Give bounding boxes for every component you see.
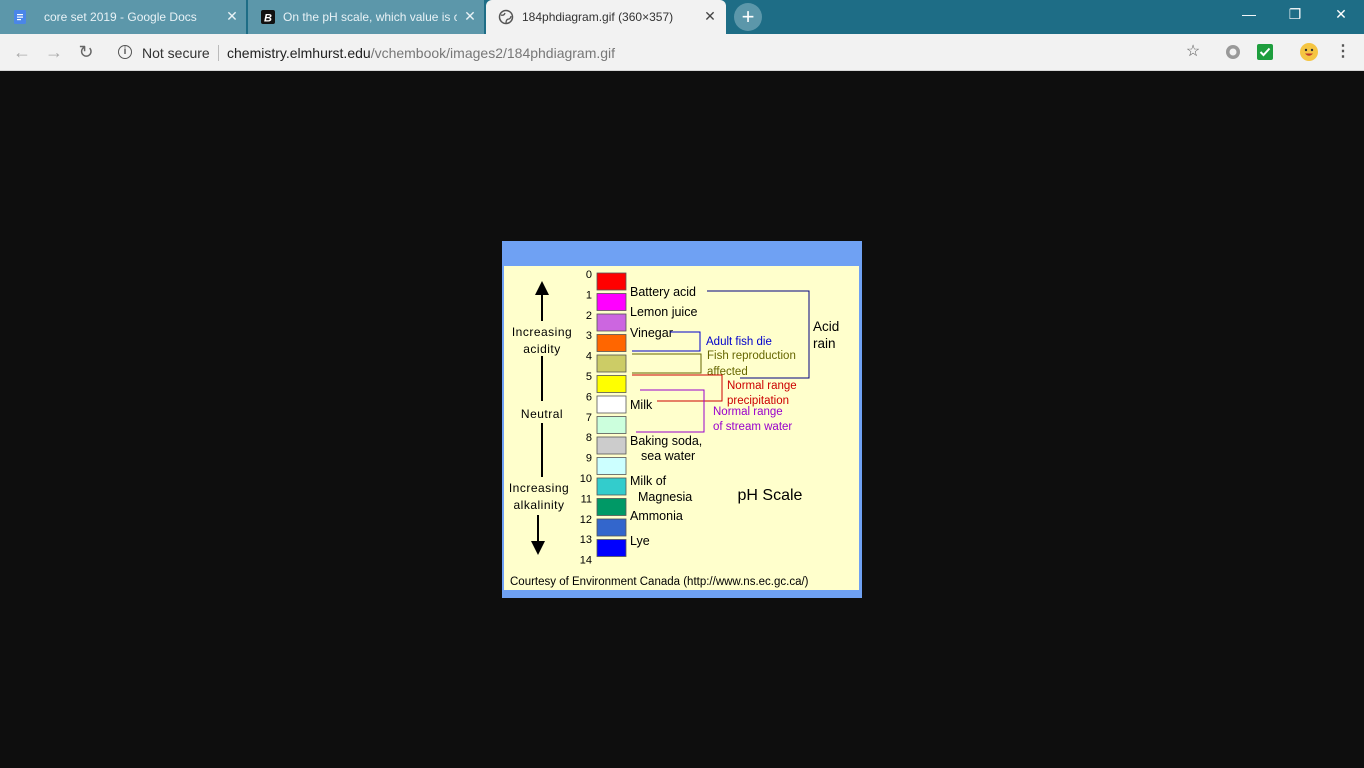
increasing-acidity-label: Increasing [512, 325, 572, 339]
fish-reproduction-label: affected [707, 366, 748, 378]
ph-number: 3 [586, 330, 592, 342]
substance-label: Baking soda, [630, 434, 702, 448]
ph-number: 6 [586, 391, 592, 403]
ph-number: 8 [586, 432, 592, 444]
tab-strip: core set 2019 - Google Docs ✕ B On the p… [0, 0, 1364, 34]
ph-swatch [596, 457, 627, 475]
extension-icon[interactable] [1222, 41, 1244, 63]
substance-label: Lye [630, 534, 650, 548]
ph-number: 12 [580, 514, 592, 526]
google-docs-icon [14, 10, 26, 24]
stream-water-label: of stream water [713, 421, 792, 433]
security-status[interactable]: Not secure [142, 45, 210, 61]
acid-rain-label: rain [813, 336, 836, 351]
ph-swatch [596, 416, 627, 434]
ph-swatch [596, 272, 627, 291]
increasing-alkalinity-label: Increasing [509, 481, 569, 495]
ph-number: 2 [586, 310, 592, 322]
ph-number: 9 [586, 453, 592, 465]
ph-swatch [596, 313, 627, 332]
fish-reproduction-label: Fish reproduction [707, 350, 796, 362]
address-bar[interactable]: i Not secure chemistry.elmhurst.edu/vche… [110, 38, 1210, 67]
ph-scale-image: 0 1 2 3 4 5 6 7 8 9 10 11 12 13 14 Increasing acidity … [502, 241, 862, 598]
tab-title: On the pH scale, which value is c [283, 10, 457, 24]
ph-number: 1 [586, 289, 592, 301]
substance-label: Lemon juice [630, 305, 697, 319]
back-arrow-icon[interactable]: ← [10, 41, 34, 65]
svg-text:B: B [264, 13, 272, 25]
tab-title: 184phdiagram.gif (360×357) [522, 10, 674, 24]
substance-label: Ammonia [630, 509, 683, 523]
menu-icon[interactable]: ⋮ [1332, 41, 1354, 63]
ph-swatch [596, 293, 627, 311]
ph-number: 10 [580, 473, 592, 485]
ph-swatch [596, 375, 627, 393]
ph-swatch [596, 477, 627, 496]
close-tab-icon[interactable]: ✕ [462, 8, 478, 24]
substance-label: sea water [641, 449, 695, 463]
star-bookmark-icon[interactable]: ☆ [1182, 41, 1204, 63]
url-host: chemistry.elmhurst.edu [227, 45, 371, 61]
tab-ph-diagram[interactable]: 184phdiagram.gif (360×357) ✕ [486, 0, 726, 34]
minimize-icon[interactable]: — [1226, 0, 1272, 30]
ph-number: 5 [586, 371, 592, 383]
ph-diagram-svg: 01234567891011121314 Increasing acidity … [504, 266, 859, 590]
fish-die-label: Adult fish die [706, 336, 772, 348]
reload-icon[interactable]: ↻ [74, 41, 98, 65]
profile-avatar-icon[interactable] [1298, 41, 1320, 63]
ph-number: 14 [580, 555, 592, 567]
tab-brainly[interactable]: B On the pH scale, which value is c ✕ [248, 0, 484, 34]
forward-arrow-icon[interactable]: → [42, 41, 66, 65]
divider [218, 45, 219, 61]
neutral-label: Neutral [521, 407, 563, 421]
increasing-acidity-label: acidity [523, 342, 561, 356]
restore-icon[interactable]: ❐ [1272, 0, 1318, 30]
url-path: /vchembook/images2/184phdiagram.gif [370, 45, 616, 61]
ph-number: 0 [586, 269, 592, 281]
brainly-icon: B [261, 10, 275, 25]
close-window-icon[interactable]: ✕ [1318, 0, 1364, 30]
ph-swatch [596, 334, 627, 352]
tab-title: core set 2019 - Google Docs [44, 10, 197, 24]
increasing-alkalinity-label: alkalinity [513, 498, 564, 512]
credit-text: Courtesy of Environment Canada (http://w… [510, 576, 809, 588]
ph-swatch [596, 539, 627, 557]
ph-swatch [596, 436, 627, 455]
substance-label: Vinegar [630, 326, 673, 340]
close-tab-icon[interactable]: ✕ [702, 8, 718, 24]
close-tab-icon[interactable]: ✕ [224, 8, 240, 24]
acid-rain-label: Acid [813, 319, 839, 334]
substance-label: Milk of [630, 474, 667, 488]
globe-icon [498, 9, 514, 25]
browser-toolbar: ← → ↻ i Not secure chemistry.elmhurst.ed… [0, 34, 1364, 71]
ph-swatch [596, 518, 627, 537]
substance-label: Battery acid [630, 285, 696, 299]
new-tab-button[interactable]: + [734, 3, 762, 31]
substance-label: Milk [630, 398, 653, 412]
ph-swatch [596, 354, 627, 373]
ph-swatch [596, 498, 627, 516]
tab-google-docs[interactable]: core set 2019 - Google Docs ✕ [0, 0, 246, 34]
precipitation-label: Normal range [727, 380, 797, 392]
info-icon[interactable]: i [118, 45, 132, 59]
stream-water-label: Normal range [713, 406, 783, 418]
ph-number: 13 [580, 534, 592, 546]
url-text[interactable]: chemistry.elmhurst.edu/vchembook/images2… [227, 45, 615, 61]
diagram-title: pH Scale [738, 487, 803, 504]
ph-number: 11 [581, 493, 592, 505]
ph-swatch [596, 395, 627, 414]
ph-number: 4 [586, 351, 592, 363]
substance-label: Magnesia [638, 490, 692, 504]
ph-number: 7 [586, 412, 592, 424]
checkmark-extension-icon[interactable] [1254, 41, 1276, 63]
